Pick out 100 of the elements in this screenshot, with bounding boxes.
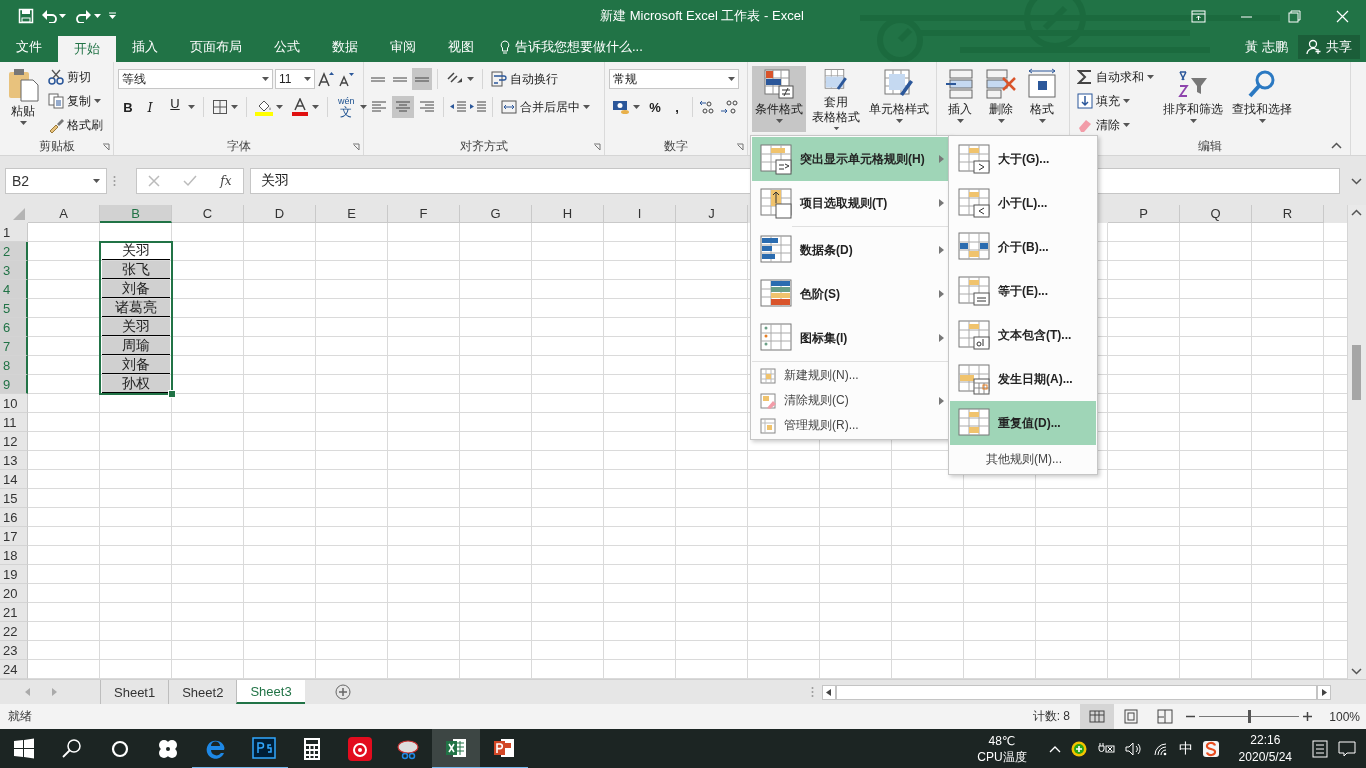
fill-handle[interactable] bbox=[168, 390, 176, 398]
sheet-tab[interactable]: Sheet3 bbox=[236, 680, 305, 704]
column-header[interactable]: F bbox=[388, 205, 460, 223]
ribbon-tab[interactable]: 插入 bbox=[116, 32, 174, 62]
comma-button[interactable]: , bbox=[667, 96, 687, 118]
row-header[interactable]: 7 bbox=[0, 337, 28, 356]
find-select-button[interactable]: 查找和选择 bbox=[1229, 66, 1295, 132]
dialog-launcher-icon[interactable] bbox=[593, 143, 601, 151]
conditional-formatting-button[interactable]: 条件格式 bbox=[752, 66, 806, 132]
row-header[interactable]: 18 bbox=[0, 546, 28, 565]
notification-icon[interactable] bbox=[1338, 741, 1356, 757]
menu-item[interactable]: 清除规则(C) bbox=[752, 388, 950, 413]
font-size-field[interactable]: 11 bbox=[275, 69, 315, 89]
cell-styles-button[interactable]: 单元格样式 bbox=[866, 66, 932, 132]
insert-button[interactable]: 插入 bbox=[941, 66, 979, 132]
row-header[interactable]: 6 bbox=[0, 318, 28, 337]
row-header[interactable]: 8 bbox=[0, 356, 28, 375]
slider-thumb[interactable] bbox=[1248, 710, 1251, 723]
expand-icon[interactable] bbox=[1350, 177, 1362, 185]
ribbon-tab[interactable]: 审阅 bbox=[374, 32, 432, 62]
scroll-left-icon[interactable] bbox=[821, 684, 836, 700]
ribbon-tab[interactable]: 页面布局 bbox=[174, 32, 258, 62]
row-header[interactable]: 9 bbox=[0, 375, 28, 394]
row-header[interactable]: 14 bbox=[0, 470, 28, 489]
ribbon-tab[interactable]: 视图 bbox=[432, 32, 490, 62]
column-header[interactable]: R bbox=[1252, 205, 1324, 223]
menu-item[interactable]: 图标集(I) bbox=[752, 316, 950, 360]
redo-button[interactable] bbox=[73, 7, 104, 25]
menu-item[interactable]: 新建规则(N)... bbox=[752, 363, 950, 388]
volume-icon[interactable] bbox=[1124, 742, 1143, 756]
check-icon[interactable] bbox=[183, 175, 198, 187]
column-header[interactable]: B bbox=[100, 205, 172, 223]
fill-button[interactable]: 填充 bbox=[1074, 90, 1157, 112]
format-painter-button[interactable]: 格式刷 bbox=[45, 114, 106, 136]
decrease-indent-icon[interactable] bbox=[449, 99, 467, 115]
scroll-up-icon[interactable] bbox=[1351, 209, 1362, 216]
zoom-level[interactable]: 100% bbox=[1312, 709, 1366, 724]
column-header[interactable]: H bbox=[532, 205, 604, 223]
menu-item[interactable]: 介于(B)... bbox=[950, 225, 1096, 269]
battery-plug-icon[interactable] bbox=[1096, 742, 1115, 756]
close-icon[interactable] bbox=[1334, 8, 1350, 24]
menu-item[interactable]: 其他规则(M)... bbox=[950, 445, 1096, 473]
scroll-right-icon[interactable] bbox=[1316, 684, 1331, 700]
notes-icon[interactable] bbox=[1312, 740, 1328, 758]
menu-item[interactable]: 文本包含(T)... bbox=[950, 313, 1096, 357]
column-header[interactable]: G bbox=[460, 205, 532, 223]
menu-item[interactable]: 小于(L)... bbox=[950, 181, 1096, 225]
menu-item[interactable]: 数据条(D) bbox=[752, 228, 950, 272]
menu-item[interactable]: 突出显示单元格规则(H) bbox=[752, 137, 950, 181]
row-header[interactable]: 19 bbox=[0, 565, 28, 584]
menu-item[interactable]: 大于(G)... bbox=[950, 137, 1096, 181]
restore-icon[interactable] bbox=[1286, 8, 1302, 24]
clock-time[interactable]: 22:16 bbox=[1250, 732, 1281, 749]
dialog-launcher-icon[interactable] bbox=[736, 143, 744, 151]
row-header[interactable]: 21 bbox=[0, 603, 28, 622]
share-button[interactable]: 共享 bbox=[1298, 35, 1360, 59]
taskbar-button[interactable] bbox=[432, 729, 480, 768]
ribbon-tab[interactable]: 文件 bbox=[0, 32, 58, 62]
shrink-font-icon[interactable] bbox=[337, 70, 355, 88]
format-button[interactable]: 格式 bbox=[1023, 66, 1061, 132]
row-header[interactable]: 2 bbox=[0, 242, 28, 261]
bold-button[interactable]: B bbox=[118, 96, 138, 118]
menu-item[interactable]: 管理规则(R)... bbox=[752, 413, 950, 438]
sort-filter-button[interactable]: 排序和筛选 bbox=[1160, 66, 1226, 132]
scrollbar-thumb[interactable] bbox=[1352, 345, 1361, 400]
row-header[interactable]: 15 bbox=[0, 489, 28, 508]
insert-function-button[interactable]: fx bbox=[220, 174, 232, 188]
dialog-launcher-icon[interactable] bbox=[352, 143, 360, 151]
clock-date[interactable]: 2020/5/24 bbox=[1238, 749, 1292, 766]
zoom-in-icon[interactable] bbox=[1303, 712, 1312, 721]
dialog-launcher-icon[interactable] bbox=[102, 143, 110, 151]
normal-view-button[interactable] bbox=[1080, 704, 1114, 729]
wifi-icon[interactable] bbox=[1152, 742, 1169, 756]
customize-icon[interactable] bbox=[108, 12, 117, 20]
paste-button[interactable]: 粘贴 bbox=[4, 66, 42, 132]
collapse-ribbon-icon[interactable] bbox=[1331, 142, 1342, 149]
delete-button[interactable]: 删除 bbox=[982, 66, 1020, 132]
row-header[interactable]: 23 bbox=[0, 641, 28, 660]
menu-item[interactable]: 重复值(D)... bbox=[950, 401, 1096, 445]
tell-me-search[interactable]: 告诉我您想要做什么... bbox=[500, 32, 643, 62]
row-header[interactable]: 3 bbox=[0, 261, 28, 280]
menu-item[interactable]: 项目选取规则(T) bbox=[752, 181, 950, 225]
row-header[interactable]: 13 bbox=[0, 451, 28, 470]
scrollbar-thumb[interactable] bbox=[835, 684, 1317, 700]
windows-icon[interactable] bbox=[12, 737, 36, 761]
row-header[interactable]: 16 bbox=[0, 508, 28, 527]
column-header[interactable]: J bbox=[676, 205, 748, 223]
column-header[interactable]: Q bbox=[1180, 205, 1252, 223]
autosum-button[interactable]: 自动求和 bbox=[1074, 66, 1157, 88]
merge-center-button[interactable]: 合并后居中 bbox=[498, 96, 593, 118]
row-header[interactable]: 11 bbox=[0, 413, 28, 432]
name-box[interactable]: B2 bbox=[5, 168, 107, 194]
add-sheet-icon[interactable] bbox=[334, 684, 351, 700]
decrease-decimal-icon[interactable] bbox=[720, 99, 740, 115]
increase-indent-icon[interactable] bbox=[469, 99, 487, 115]
number-format-field[interactable]: 常规 bbox=[609, 69, 739, 89]
column-header[interactable]: C bbox=[172, 205, 244, 223]
row-header[interactable]: 5 bbox=[0, 299, 28, 318]
ribbon-tab[interactable]: 开始 bbox=[58, 36, 116, 62]
format-as-table-button[interactable]: 套用 表格格式 bbox=[809, 66, 863, 132]
